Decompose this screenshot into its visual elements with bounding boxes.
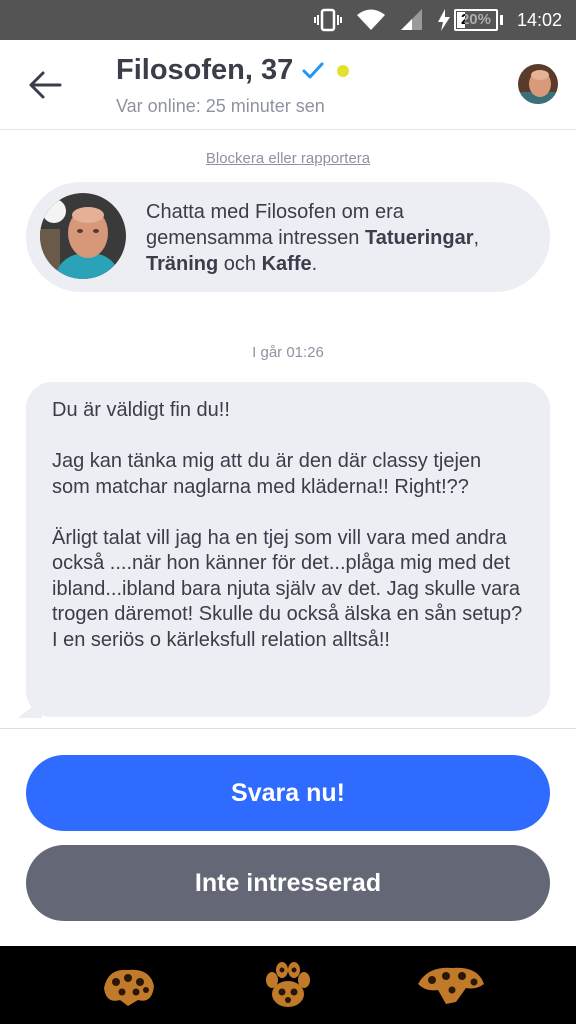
charging-icon: [437, 9, 450, 31]
message-timestamp: I går 01:26: [252, 344, 324, 361]
incoming-message-bubble: Du är väldigt fin du!! Jag kan tänka mig…: [26, 382, 550, 717]
chat-header: Filosofen, 37 Var online: 25 minuter sen: [0, 40, 576, 130]
block-or-report-link[interactable]: Blockera eller rapportera: [0, 150, 576, 167]
leopard-recents-icon: [418, 967, 484, 1004]
nav-back-button[interactable]: [98, 960, 158, 1010]
interest-tag: Kaffe: [261, 253, 312, 275]
status-bar: 20% 14:02: [0, 0, 576, 40]
profile-name[interactable]: Filosofen, 37: [116, 54, 293, 87]
online-status-dot: [337, 64, 350, 77]
divider: [0, 728, 576, 729]
intro-separator: och: [218, 253, 262, 275]
leopard-back-icon: [104, 969, 154, 1006]
clock: 14:02: [516, 9, 562, 30]
message-paragraph: Du är väldigt fin du!!: [52, 399, 230, 421]
shared-interests-card: Chatta med Filosofen om era gemensamma i…: [26, 182, 550, 292]
signal-icon: [400, 8, 424, 32]
verified-check-icon: [302, 62, 324, 78]
vibrate-icon: [313, 8, 342, 32]
battery-percent: 20%: [460, 11, 491, 28]
message-paragraph: Jag kan tänka mig att du är den där clas…: [52, 450, 482, 498]
intro-separator: ,: [473, 227, 480, 249]
shared-interests-text: Chatta med Filosofen om era gemensamma i…: [146, 199, 536, 277]
interest-tag: Tatueringar: [364, 227, 474, 249]
intro-end: .: [311, 253, 318, 275]
nav-recents-button[interactable]: [416, 960, 484, 1010]
nav-home-button[interactable]: [258, 960, 318, 1010]
last-online-text: Var online: 25 minuter sen: [116, 96, 325, 116]
leopard-paw-icon: [266, 962, 310, 1007]
reply-now-button[interactable]: Svara nu!: [26, 755, 550, 831]
title-row: Filosofen, 37: [116, 54, 350, 87]
back-button[interactable]: [24, 64, 66, 106]
not-interested-button[interactable]: Inte intresserad: [26, 845, 550, 921]
message-paragraph: Ärligt talat vill jag ha en tjej som vil…: [52, 526, 523, 651]
arrow-left-icon: [29, 71, 62, 99]
profile-avatar[interactable]: [518, 64, 558, 104]
battery-indicator: 20%: [437, 9, 503, 31]
status-icons: 20% 14:02: [313, 0, 562, 40]
wifi-icon: [356, 8, 386, 32]
system-navigation-bar: [0, 946, 576, 1024]
match-avatar[interactable]: [40, 193, 126, 279]
interest-tag: Träning: [146, 253, 219, 275]
battery-icon: 20%: [453, 9, 498, 31]
battery-cap: [499, 15, 503, 25]
